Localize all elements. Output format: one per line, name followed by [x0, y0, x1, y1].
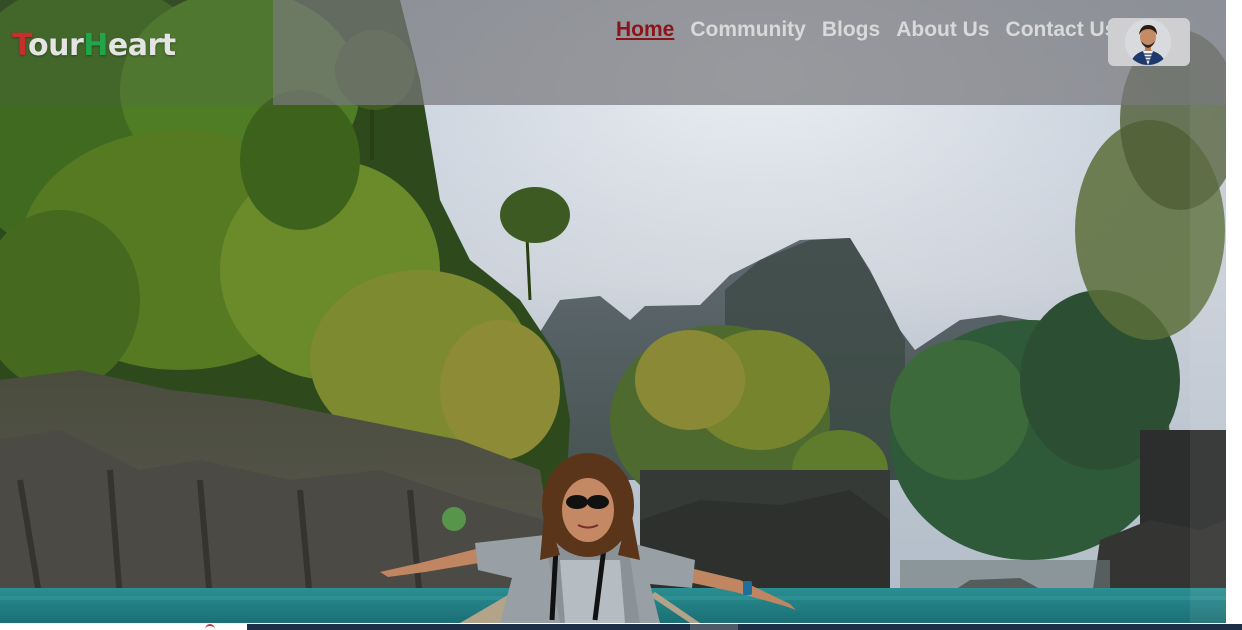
- page: TourHeart Home Community Blogs About Us …: [0, 0, 1242, 630]
- nav-link-blogs[interactable]: Blogs: [822, 16, 880, 44]
- nav-link-contact-us[interactable]: Contact Us: [1006, 16, 1117, 44]
- logo-text-part2: eart: [107, 28, 176, 63]
- nav-link-community[interactable]: Community: [690, 16, 806, 44]
- taskbar-active-item[interactable]: [690, 624, 738, 630]
- main-nav: Home Community Blogs About Us Contact Us: [616, 16, 1116, 44]
- scrollbar-gutter: [1226, 0, 1242, 623]
- nav-link-home[interactable]: Home: [616, 16, 674, 44]
- site-header: TourHeart Home Community Blogs About Us …: [0, 0, 1226, 105]
- site-logo[interactable]: TourHeart: [12, 26, 176, 66]
- taskbar-sliver: [0, 623, 1242, 630]
- logo-letter-h: H: [83, 28, 108, 63]
- taskbar-background: [247, 624, 1242, 630]
- taskbar-app-icon[interactable]: [205, 624, 215, 630]
- profile-button[interactable]: [1108, 18, 1190, 66]
- user-avatar-icon: [1125, 19, 1171, 65]
- logo-text-part1: our: [27, 28, 84, 63]
- nav-link-about-us[interactable]: About Us: [896, 16, 989, 44]
- logo-letter-t: T: [12, 28, 28, 63]
